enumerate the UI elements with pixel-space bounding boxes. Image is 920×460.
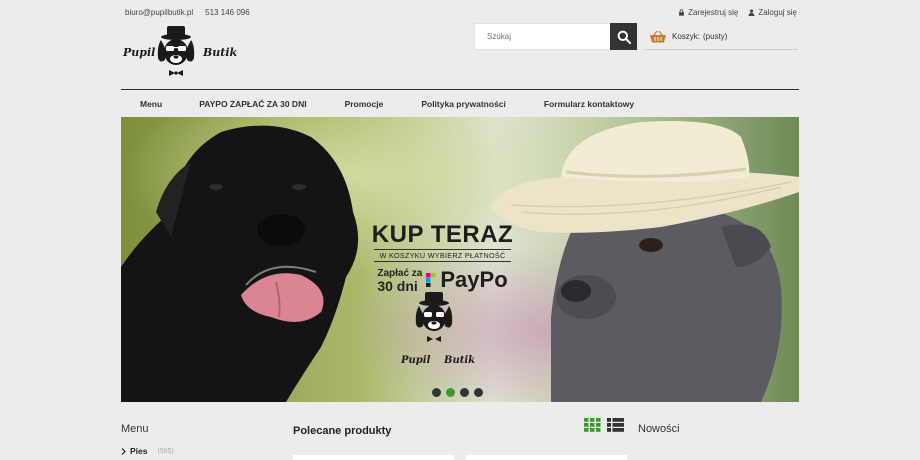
site-logo[interactable]: Pupil Butik <box>121 24 239 80</box>
slider-dots <box>432 388 483 397</box>
banner-logo-text-right: Butik <box>444 355 476 366</box>
slider-dot-3[interactable] <box>460 388 469 397</box>
logo-text-left: Pupil <box>123 46 156 59</box>
sidebar-item-count: (585) <box>157 447 174 455</box>
contact-phone[interactable]: 513 146 096 <box>205 8 250 17</box>
slider-dot-4[interactable] <box>474 388 483 397</box>
logo-text-right: Butik <box>203 46 238 59</box>
lock-icon <box>679 9 685 16</box>
nav-item-contact-form[interactable]: Formularz kontaktowy <box>544 99 634 109</box>
basket-icon <box>650 30 666 42</box>
contact-email[interactable]: biuro@pupilbutik.pl <box>125 8 193 17</box>
top-bar: biuro@pupilbutik.pl 513 146 096 Zarejest… <box>121 0 799 24</box>
sidebar-item-pies[interactable]: Pies (585) <box>121 446 174 456</box>
login-link[interactable]: Zaloguj się <box>748 8 797 17</box>
main-nav: Menu PAYPO ZAPŁAĆ ZA 30 DNI Promocje Pol… <box>121 89 799 118</box>
list-view-icon[interactable] <box>607 418 624 432</box>
featured-products-title: Polecane produkty <box>293 425 392 437</box>
cart-label: Koszyk: <box>672 31 701 41</box>
new-products-title: Nowości <box>638 423 680 435</box>
banner-headline: KUP TERAZ <box>371 221 514 248</box>
register-label: Zarejestruj się <box>688 8 739 17</box>
paypo-mark-icon <box>426 273 436 287</box>
chevron-right-icon <box>121 447 126 455</box>
search-input[interactable] <box>475 24 610 49</box>
hero-slider[interactable]: KUP TERAZ W KOSZYKU WYBIERZ PŁATNOŚĆ Zap… <box>121 117 799 402</box>
nav-item-menu[interactable]: Menu <box>140 99 162 109</box>
login-label: Zaloguj się <box>758 8 797 17</box>
nav-item-promotions[interactable]: Promocje <box>345 99 384 109</box>
banner-subline: W KOSZYKU WYBIERZ PŁATNOŚĆ <box>374 249 511 262</box>
search-icon <box>617 30 631 44</box>
sidebar-title: Menu <box>121 423 149 435</box>
product-card[interactable] <box>466 455 627 460</box>
slider-dot-1[interactable] <box>432 388 441 397</box>
search-box <box>474 23 637 50</box>
nav-item-paypo[interactable]: PAYPO ZAPŁAĆ ZA 30 DNI <box>199 99 306 109</box>
slider-dot-2[interactable] <box>446 388 455 397</box>
grid-view-icon[interactable] <box>584 418 601 432</box>
cart-widget[interactable]: Koszyk: (pusty) <box>645 23 798 50</box>
search-button[interactable] <box>610 23 637 50</box>
banner-logo-text-left: Pupil <box>401 355 431 366</box>
nav-item-privacy-policy[interactable]: Polityka prywatności <box>421 99 506 109</box>
sidebar-item-label: Pies <box>130 446 148 456</box>
register-link[interactable]: Zarejestruj się <box>678 8 738 17</box>
banner-logo-icon <box>415 292 453 342</box>
product-card[interactable] <box>293 455 454 460</box>
banner-promo: KUP TERAZ W KOSZYKU WYBIERZ PŁATNOŚĆ Zap… <box>370 221 515 294</box>
user-icon <box>748 9 755 16</box>
cart-status: (pusty) <box>703 31 728 41</box>
